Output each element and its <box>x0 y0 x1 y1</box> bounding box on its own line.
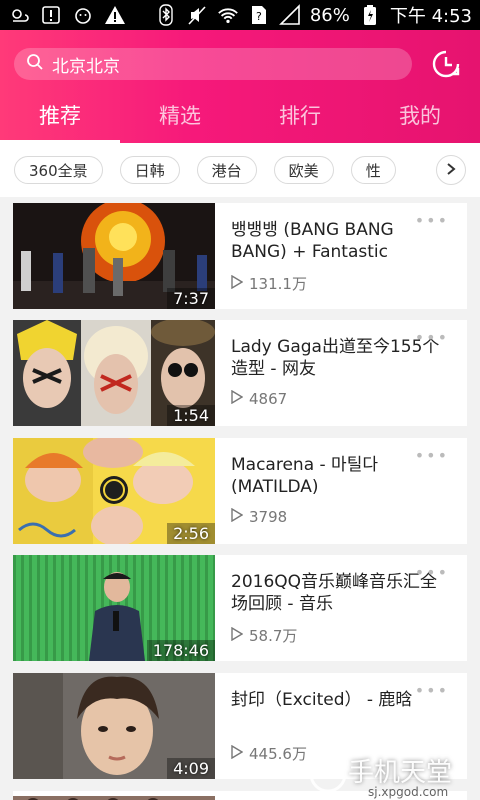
play-icon <box>231 744 244 763</box>
chevron-right-icon <box>444 161 458 180</box>
bluetooth-icon <box>155 4 177 26</box>
video-info: 뱅뱅뱅 (BANG BANG BANG) + Fantastic 131.1万 <box>231 219 451 294</box>
more-options-icon[interactable]: ••• <box>415 563 449 582</box>
main-tabs: 推荐 精选 排行 我的 <box>0 94 480 143</box>
category-chip[interactable]: 港台 <box>196 156 257 184</box>
video-card[interactable]: 178:46 2016QQ音乐巅峰音乐汇全场回顾 - 音乐 58.7万 ••• <box>13 555 467 661</box>
tab-mine[interactable]: 我的 <box>360 94 480 143</box>
video-thumbnail <box>13 791 215 800</box>
history-button[interactable] <box>428 46 464 82</box>
category-chip[interactable]: 360全景 <box>14 156 103 184</box>
video-thumbnail[interactable]: 2:56 <box>13 438 215 544</box>
app-header: 北京北京 推荐 精选 排行 我的 <box>0 30 480 143</box>
category-bar: 360全景 日韩 港台 欧美 性 <box>0 143 480 197</box>
play-count-value: 4867 <box>249 390 288 408</box>
video-thumbnail[interactable]: 7:37 <box>13 203 215 309</box>
video-thumbnail[interactable]: 1:54 <box>13 320 215 426</box>
signal-icon <box>278 4 301 26</box>
play-count-value: 445.6万 <box>249 745 307 763</box>
play-icon <box>231 626 244 645</box>
more-options-icon[interactable]: ••• <box>415 211 449 230</box>
category-chip[interactable]: 性 <box>350 156 396 184</box>
video-duration: 4:09 <box>167 758 215 779</box>
video-info: 2016QQ音乐巅峰音乐汇全场回顾 - 音乐 58.7万 <box>231 571 451 646</box>
category-more-button[interactable] <box>436 155 466 185</box>
search-query: 北京北京 <box>52 56 120 77</box>
watermark-brand: 手机天堂 <box>348 758 453 788</box>
battery-icon <box>359 4 381 26</box>
video-thumbnail[interactable]: 178:46 <box>13 555 215 661</box>
more-options-icon[interactable]: ••• <box>415 446 449 465</box>
tab-featured[interactable]: 精选 <box>120 94 240 143</box>
video-duration: 178:46 <box>146 640 215 661</box>
category-chip[interactable]: 欧美 <box>273 156 334 184</box>
watermark: 手机天堂 sj.xpgod.com <box>308 752 480 800</box>
play-icon <box>231 507 244 526</box>
more-options-icon[interactable]: ••• <box>415 328 449 347</box>
category-chip[interactable]: 日韩 <box>119 156 180 184</box>
play-count-value: 58.7万 <box>249 627 298 645</box>
video-card[interactable]: 1:54 Lady Gaga出道至今155个造型 - 网友 4867 ••• <box>13 320 467 426</box>
video-card[interactable]: 2:56 Macarena - 마틸다 (MATILDA) 3798 ••• <box>13 438 467 544</box>
mute-icon <box>186 4 208 26</box>
sim-icon: ? <box>248 4 270 26</box>
tab-recommend[interactable]: 推荐 <box>0 94 120 143</box>
svg-text:?: ? <box>256 10 262 23</box>
play-count: 3798 <box>231 507 451 526</box>
cat-icon <box>72 4 94 26</box>
wifi-icon <box>217 4 239 26</box>
video-duration: 1:54 <box>167 405 215 426</box>
play-count: 4867 <box>231 389 451 408</box>
play-count-value: 3798 <box>249 508 288 526</box>
video-duration: 2:56 <box>167 523 215 544</box>
warning-icon <box>40 4 62 26</box>
search-icon <box>26 53 44 75</box>
video-duration: 7:37 <box>167 288 215 309</box>
clock: 下午 4:53 <box>389 6 472 27</box>
video-thumbnail[interactable]: 4:09 <box>13 673 215 779</box>
clock-icon <box>428 50 464 86</box>
status-bar: ? 86% 下午 4:53 <box>0 0 480 30</box>
alert-icon <box>104 4 126 26</box>
play-icon <box>231 389 244 408</box>
play-count: 58.7万 <box>231 625 451 646</box>
watermark-url: sj.xpgod.com <box>368 785 449 799</box>
more-options-icon[interactable]: ••• <box>415 681 449 700</box>
watermark-logo-icon <box>308 754 348 798</box>
battery-percent: 86% <box>309 4 350 26</box>
tab-ranking[interactable]: 排行 <box>240 94 360 143</box>
search-input[interactable]: 北京北京 <box>14 48 412 80</box>
play-count-value: 131.1万 <box>249 275 307 293</box>
play-icon <box>231 274 244 293</box>
weather-icon <box>8 4 30 26</box>
play-count: 131.1万 <box>231 273 451 294</box>
video-card[interactable]: 7:37 뱅뱅뱅 (BANG BANG BANG) + Fantastic 13… <box>13 203 467 309</box>
